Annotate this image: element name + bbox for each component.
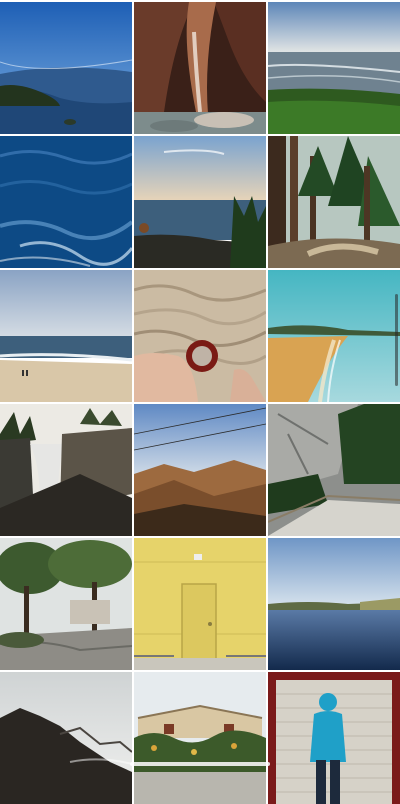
photo-tile-beach-horizon[interactable] xyxy=(0,270,132,402)
photo-tile-rocky-shore[interactable] xyxy=(0,672,132,804)
photo-tile-coast-sunset[interactable] xyxy=(134,136,266,268)
photo-tile-aerial-beach[interactable] xyxy=(268,270,400,402)
photo-grid xyxy=(0,0,400,804)
photo-tile-yellow-wall-door[interactable] xyxy=(134,538,266,670)
oak-trees-image xyxy=(0,538,132,670)
photo-tile-deep-blue-water[interactable] xyxy=(0,136,132,268)
photo-tile-oak-trees[interactable] xyxy=(0,538,132,670)
photo-tile-sand-ring[interactable] xyxy=(134,270,266,402)
house-hedge-image xyxy=(134,672,266,804)
lake-bay-image xyxy=(0,2,132,134)
photo-tile-lake-bay[interactable] xyxy=(0,2,132,134)
photo-tile-granite-path[interactable] xyxy=(268,404,400,536)
deep-blue-water-image xyxy=(0,136,132,268)
photo-tile-ocean-meadow[interactable] xyxy=(268,2,400,134)
photo-tile-mountain-valley[interactable] xyxy=(134,404,266,536)
ocean-meadow-image xyxy=(268,2,400,134)
photo-tile-house-hedge[interactable] xyxy=(134,672,266,804)
garage-door-person-image xyxy=(268,672,400,804)
photo-tile-calm-lake[interactable] xyxy=(268,538,400,670)
calm-lake-image xyxy=(268,538,400,670)
photo-tile-forest-trail[interactable] xyxy=(268,136,400,268)
photo-tile-canyon-slot[interactable] xyxy=(134,2,266,134)
rocky-shore-image xyxy=(0,672,132,804)
aerial-beach-image xyxy=(268,270,400,402)
coast-sunset-image xyxy=(134,136,266,268)
scroll-indicator[interactable] xyxy=(395,294,398,386)
canyon-slot-image xyxy=(134,2,266,134)
photo-tile-waterfall-cliff[interactable] xyxy=(0,404,132,536)
mountain-valley-image xyxy=(134,404,266,536)
beach-horizon-image xyxy=(0,270,132,402)
granite-path-image xyxy=(268,404,400,536)
yellow-wall-door-image xyxy=(134,538,266,670)
forest-trail-image xyxy=(268,136,400,268)
waterfall-cliff-image xyxy=(0,404,132,536)
sand-ring-image xyxy=(134,270,266,402)
photo-tile-garage-door-person[interactable] xyxy=(268,672,400,804)
home-indicator[interactable] xyxy=(130,762,270,766)
